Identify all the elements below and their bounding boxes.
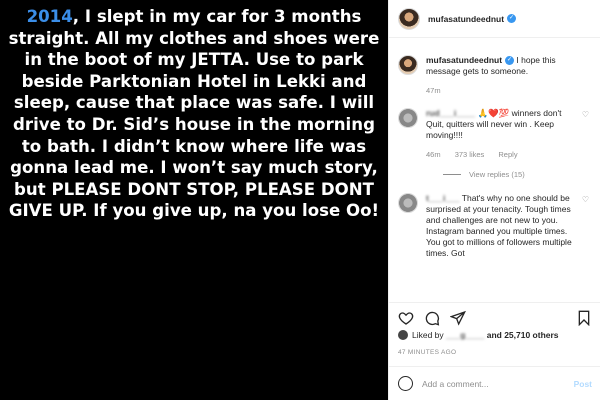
add-comment-bar: Add a comment... Post — [389, 366, 600, 400]
post-comment-button[interactable]: Post — [574, 379, 592, 389]
caption: mufasatundeednut ✓ I hope this message ge… — [398, 55, 589, 96]
story-text: 2014, I slept in my car for 3 months str… — [8, 6, 380, 222]
comment-item: t___i___ That's why no one should be sur… — [398, 193, 589, 259]
liker-avatar[interactable] — [398, 330, 408, 340]
caption-time: 47m — [426, 86, 441, 95]
emoji-icon[interactable] — [398, 376, 413, 391]
liked-by-user[interactable]: ___g____ — [446, 330, 484, 340]
comment-input[interactable]: Add a comment... — [422, 379, 574, 389]
liked-by-prefix: Liked by — [412, 330, 444, 340]
verified-badge-icon: ✓ — [507, 14, 517, 23]
story-body: , I slept in my car for 3 months straigh… — [8, 7, 380, 221]
author-username[interactable]: mufasatundeednut — [428, 14, 504, 24]
commenter-avatar[interactable] — [398, 108, 418, 128]
comment-like-heart-icon[interactable]: ♡ — [582, 110, 589, 119]
commenter-avatar[interactable] — [398, 193, 418, 213]
instagram-post: 2014, I slept in my car for 3 months str… — [0, 0, 600, 400]
caption-username[interactable]: mufasatundeednut — [426, 55, 502, 65]
post-actions — [389, 302, 600, 332]
comment-likes[interactable]: 373 likes — [455, 150, 485, 159]
post-timestamp[interactable]: 47 MINUTES AGO — [398, 349, 456, 356]
post-image[interactable]: 2014, I slept in my car for 3 months str… — [0, 0, 388, 400]
view-replies-button[interactable]: View replies (15) — [443, 170, 589, 179]
share-icon[interactable] — [450, 310, 466, 326]
comment-icon[interactable] — [424, 310, 440, 326]
likes-summary: Liked by ___g____ and 25,710 others — [398, 330, 592, 340]
comment-time: 46m — [426, 150, 441, 159]
view-replies-label: View replies (15) — [469, 170, 525, 179]
author-avatar[interactable] — [398, 7, 420, 30]
story-year: 2014 — [26, 7, 73, 26]
commenter-username[interactable]: t___i___ — [426, 193, 460, 203]
post-sidebar: mufasatundeednut ✓ mufasatundeednut ✓ I h… — [388, 0, 600, 400]
commenter-username[interactable]: rud___i____ — [426, 108, 475, 118]
reply-button[interactable]: Reply — [498, 150, 517, 159]
save-bookmark-icon[interactable] — [576, 310, 592, 326]
verified-badge-icon: ✓ — [505, 56, 515, 66]
comments-section[interactable]: mufasatundeednut ✓ I hope this message ge… — [389, 55, 600, 301]
like-heart-icon[interactable] — [398, 310, 414, 326]
post-header: mufasatundeednut ✓ — [389, 0, 600, 38]
comment-item: rud___i____ 🙏❤️💯 winners don't Quit, qui… — [398, 108, 589, 160]
likes-count[interactable]: and 25,710 others — [487, 330, 559, 340]
comment-like-heart-icon[interactable]: ♡ — [582, 195, 589, 204]
caption-avatar[interactable] — [398, 55, 418, 75]
replies-divider — [443, 174, 461, 175]
